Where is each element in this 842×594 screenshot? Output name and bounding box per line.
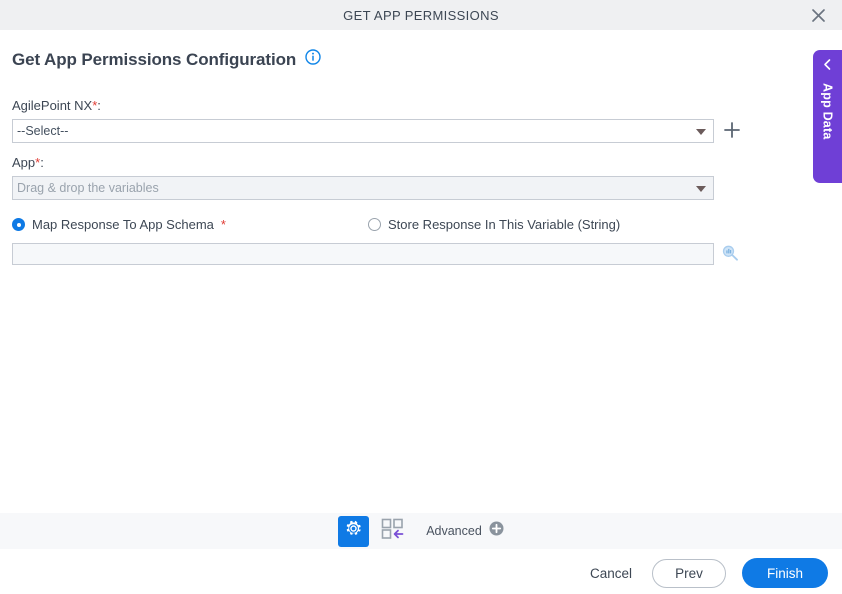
layout-arrow-icon — [381, 518, 405, 545]
plus-icon — [723, 122, 741, 143]
chevron-down-icon — [696, 186, 706, 192]
advanced-label: Advanced — [426, 524, 482, 538]
info-icon[interactable] — [305, 49, 321, 70]
response-mode-radio-group: Map Response To App Schema * Store Respo… — [12, 217, 712, 235]
gear-icon — [344, 519, 363, 543]
agilepoint-label-colon: : — [97, 98, 101, 113]
response-value-browse-button[interactable] — [721, 244, 739, 262]
app-label-colon: : — [40, 155, 44, 170]
app-select[interactable]: Drag & drop the variables — [12, 176, 714, 200]
search-icon — [721, 245, 739, 266]
agilepoint-label: AgilePoint NX*: — [12, 98, 101, 113]
app-label: App*: — [12, 155, 44, 170]
chevron-left-icon — [821, 58, 834, 76]
dialog-title: GET APP PERMISSIONS — [343, 7, 499, 23]
radio-map-label: Map Response To App Schema — [32, 217, 214, 232]
close-button[interactable] — [802, 0, 834, 30]
page-title-text: Get App Permissions Configuration — [12, 49, 297, 69]
plus-circle-icon — [489, 521, 504, 541]
chevron-down-icon — [696, 129, 706, 135]
close-icon — [811, 8, 826, 23]
response-value-input[interactable] — [12, 243, 714, 265]
dialog-titlebar: GET APP PERMISSIONS — [0, 0, 842, 30]
cancel-button[interactable]: Cancel — [586, 560, 636, 587]
app-data-panel-toggle[interactable]: App Data — [813, 50, 842, 183]
radio-map-response-to-app-schema[interactable]: Map Response To App Schema * — [12, 217, 226, 232]
finish-button[interactable]: Finish — [742, 558, 828, 588]
agilepoint-select-value: --Select-- — [17, 124, 69, 138]
app-data-panel-label: App Data — [820, 83, 835, 140]
advanced-button[interactable]: Advanced — [426, 521, 504, 541]
app-label-text: App — [12, 155, 36, 170]
layout-button[interactable] — [378, 516, 408, 546]
dialog-window: GET APP PERMISSIONS Get App Permissions … — [0, 0, 842, 594]
add-agilepoint-button[interactable] — [723, 121, 741, 139]
dialog-footer: Cancel Prev Finish — [0, 552, 842, 594]
radio-indicator-selected[interactable] — [12, 218, 25, 231]
radio-store-response-in-variable[interactable]: Store Response In This Variable (String) — [368, 217, 620, 232]
app-select-placeholder: Drag & drop the variables — [17, 181, 159, 195]
agilepoint-select[interactable]: --Select-- — [12, 119, 714, 143]
radio-store-label: Store Response In This Variable (String) — [388, 217, 621, 232]
agilepoint-label-text: AgilePoint NX — [12, 98, 93, 113]
prev-button[interactable]: Prev — [652, 558, 726, 588]
radio-map-required-mark: * — [220, 217, 226, 232]
settings-button[interactable] — [338, 515, 370, 547]
radio-indicator-unselected[interactable] — [368, 218, 381, 231]
bottom-toolbar: Advanced — [0, 513, 842, 549]
page-title: Get App Permissions Configuration — [12, 49, 321, 70]
